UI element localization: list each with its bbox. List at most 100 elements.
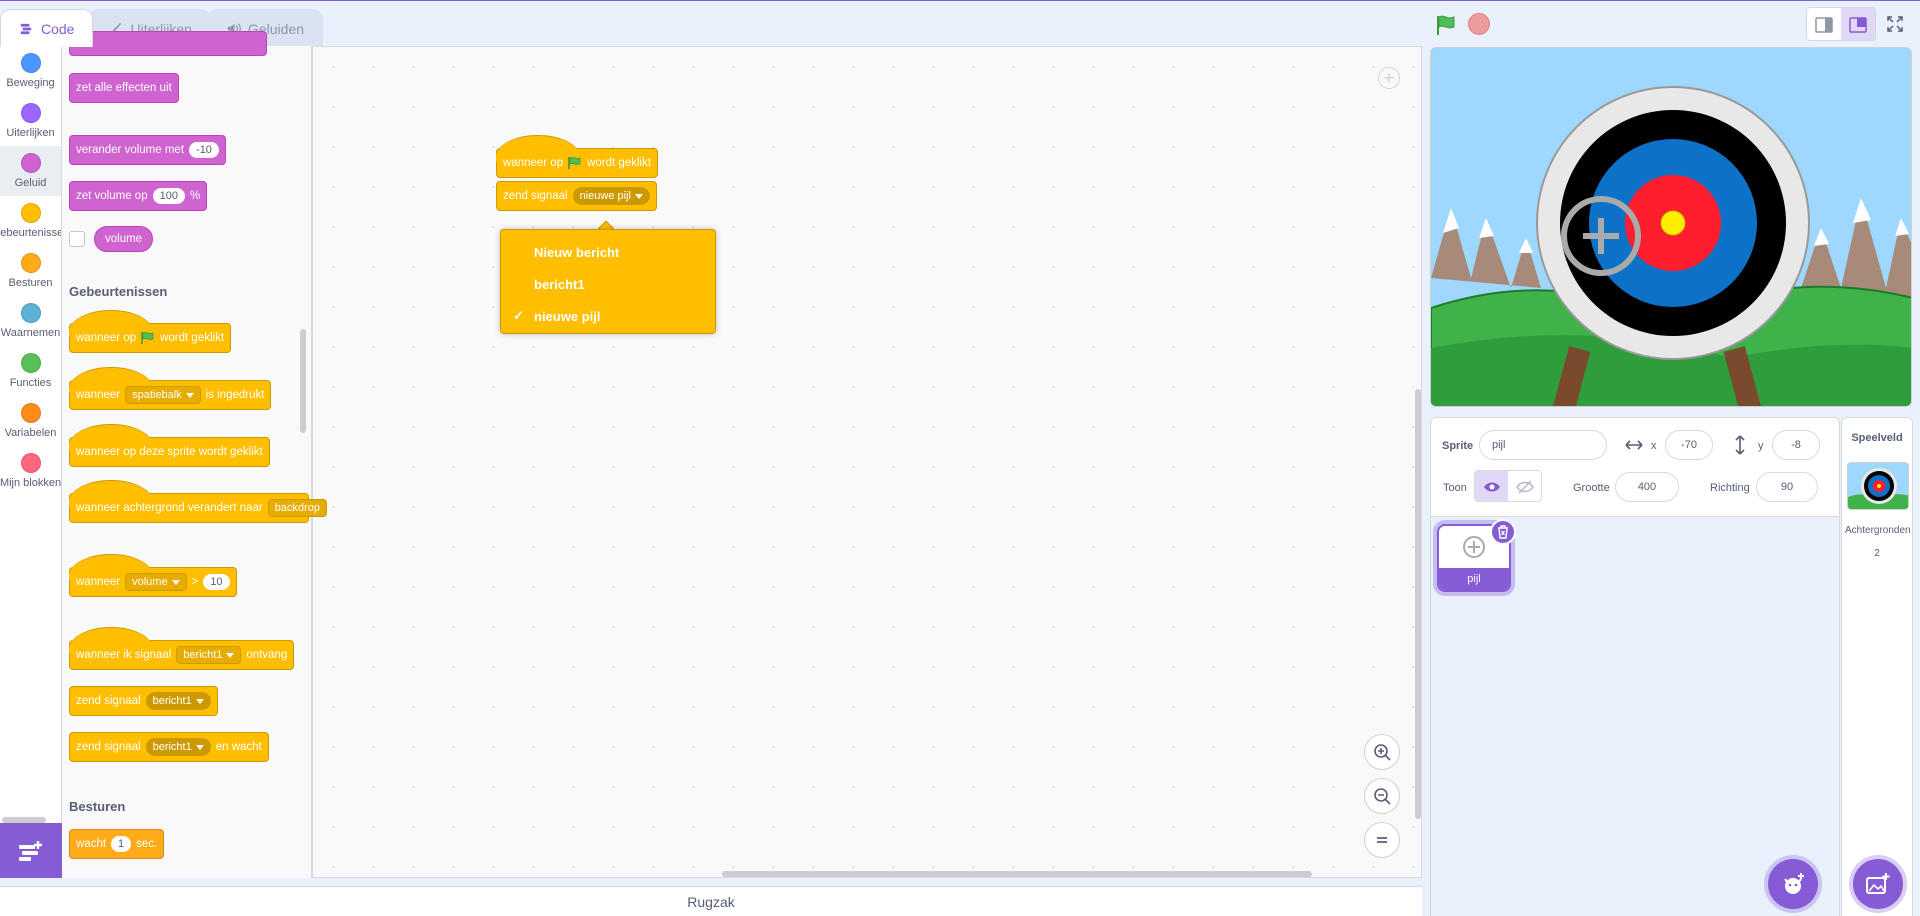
sensor-dropdown[interactable]: volume — [125, 573, 187, 591]
choose-sprite-button[interactable] — [1768, 859, 1818, 909]
block-text: zet volume op — [76, 190, 148, 202]
zoom-out-button[interactable] — [1364, 778, 1400, 814]
threshold-input[interactable]: 10 — [203, 574, 230, 590]
direction-value: 90 — [1780, 481, 1794, 493]
dropdown-item-bericht1[interactable]: bericht1 — [501, 268, 715, 300]
script-when-flag-clicked[interactable]: wanneer op wordt geklikt — [496, 135, 659, 178]
backpack-bar[interactable]: Rugzak — [0, 886, 1422, 916]
dropdown-item-new-message[interactable]: Nieuw bericht — [501, 236, 715, 268]
category-events[interactable]: Gebeurtenissen — [0, 196, 61, 246]
block-text: zend signaal — [76, 741, 141, 753]
category-label: Mijn blokken — [0, 477, 61, 489]
show-sprite-button[interactable] — [1475, 471, 1508, 501]
block-text: wanneer op — [503, 157, 564, 169]
category-dot — [20, 103, 41, 123]
visibility-toggle — [1474, 470, 1542, 502]
volume-monitor-checkbox[interactable] — [69, 231, 85, 247]
volume-change-input[interactable]: -10 — [189, 142, 219, 158]
category-operators[interactable]: Functies — [0, 346, 61, 396]
block-change-volume[interactable]: verander volume met -10 — [69, 135, 226, 165]
sprite-name-input[interactable]: pijl — [1479, 430, 1607, 460]
chevron-down-icon — [634, 193, 643, 199]
stage-thumbnail[interactable] — [1847, 462, 1909, 510]
small-stage-button[interactable] — [1807, 8, 1841, 40]
block-broadcast[interactable]: zend signaal bericht1 — [69, 686, 218, 716]
message-dropdown-menu: Nieuw bericht bericht1 ✓ nieuwe pijl — [500, 229, 716, 334]
block-volume-reporter[interactable]: volume — [94, 226, 154, 252]
fullscreen-button[interactable] — [1878, 7, 1912, 41]
checkmark-icon: ✓ — [513, 308, 524, 323]
x-position-input[interactable]: -70 — [1665, 430, 1713, 460]
broadcast-wait-dropdown[interactable]: bericht1 — [145, 738, 211, 756]
block-when-backdrop-switches[interactable]: wanneer achtergrond verandert naar backd… — [69, 480, 327, 523]
trash-icon — [1498, 525, 1508, 539]
key-dropdown[interactable]: spatiebalk — [125, 386, 201, 404]
palette-scrollbar[interactable] — [300, 329, 306, 433]
block-wait[interactable]: wacht 1 sec. — [69, 829, 165, 859]
green-flag-icon — [1437, 15, 1455, 35]
category-variables[interactable]: Variabelen — [0, 396, 61, 446]
category-control[interactable]: Besturen — [0, 246, 61, 296]
category-label: Besturen — [8, 277, 53, 289]
dropdown-item-nieuwe-pijl[interactable]: ✓ nieuwe pijl — [501, 300, 715, 332]
tab-code[interactable]: Code — [0, 9, 94, 47]
broadcast-dropdown[interactable]: bericht1 — [145, 692, 211, 710]
crosshair-thumbnail — [1463, 536, 1485, 558]
block-set-volume[interactable]: zet volume op 100 % — [69, 181, 208, 211]
dropdown-value: bericht1 — [152, 695, 192, 707]
backdrop-dropdown[interactable]: backdrop — [267, 499, 327, 517]
block-when-receive[interactable]: wanneer ik signaal bericht1 ontvang — [69, 627, 295, 670]
wait-seconds-input[interactable]: 1 — [111, 836, 132, 852]
category-sound[interactable]: Geluid — [0, 146, 61, 196]
category-looks[interactable]: Uiterlijken — [0, 96, 61, 146]
block-when-flag-clicked[interactable]: wanneer op wordt geklikt — [69, 310, 232, 353]
horizontal-arrows-icon — [1625, 440, 1643, 450]
category-sensing[interactable]: Waarnemen — [0, 296, 61, 346]
direction-label: Richting — [1710, 482, 1750, 494]
script-broadcast-dropdown[interactable]: nieuwe pijl — [572, 187, 650, 205]
direction-input[interactable]: 90 — [1756, 472, 1818, 502]
zoom-in-button[interactable] — [1364, 734, 1400, 770]
zoom-reset-button[interactable] — [1364, 822, 1400, 858]
script-workspace[interactable] — [312, 46, 1422, 878]
workspace-vertical-scrollbar[interactable] — [1415, 389, 1421, 819]
category-dot — [20, 353, 41, 373]
category-my-blocks[interactable]: Mijn blokken — [0, 446, 61, 496]
events-section-title: Gebeurtenissen — [69, 284, 168, 299]
block-text: wacht — [76, 838, 107, 850]
category-label: Variabelen — [4, 427, 57, 439]
add-extension-button[interactable] — [0, 823, 62, 878]
backdrops-label: Achtergronden — [1845, 525, 1911, 536]
size-input[interactable]: 400 — [1615, 472, 1679, 502]
volume-set-input[interactable]: 100 — [152, 188, 185, 204]
delete-sprite-button[interactable] — [1490, 519, 1516, 545]
stop-button[interactable] — [1468, 13, 1490, 35]
chevron-down-icon — [226, 652, 235, 658]
choose-backdrop-button[interactable] — [1853, 859, 1903, 909]
block-when-greater-than[interactable]: wanneer volume > 10 — [69, 554, 237, 597]
stage-selector-title: Speelveld — [1851, 432, 1903, 444]
y-position-input[interactable]: -8 — [1772, 430, 1820, 460]
target-bullseye — [1660, 210, 1686, 236]
workspace-horizontal-scrollbar[interactable] — [722, 871, 1312, 877]
block-when-sprite-clicked[interactable]: wanneer op deze sprite wordt geklikt — [69, 424, 270, 467]
category-scrollbar[interactable] — [2, 817, 46, 823]
script-broadcast[interactable]: zend signaal nieuwe pijl — [496, 181, 657, 211]
block-broadcast-and-wait[interactable]: zend signaal bericht1 en wacht — [69, 732, 269, 762]
hide-sprite-button[interactable] — [1508, 471, 1541, 501]
block-clear-effects[interactable]: zet alle effecten uit — [69, 73, 179, 103]
percent-label: % — [189, 190, 201, 202]
dropdown-value: bericht1 — [152, 741, 192, 753]
block-text: wanneer — [76, 576, 121, 588]
category-motion[interactable]: Beweging — [0, 46, 61, 96]
stage-canvas[interactable] — [1430, 47, 1912, 407]
large-stage-button[interactable] — [1841, 8, 1875, 40]
message-dropdown[interactable]: bericht1 — [176, 646, 242, 664]
block-text: zet alle effecten uit — [76, 82, 172, 94]
block-when-key-pressed[interactable]: wanneer spatiebalk is ingedrukt — [69, 367, 272, 410]
green-flag-button[interactable] — [1432, 11, 1460, 39]
block-text: wordt geklikt — [587, 157, 652, 169]
category-dot — [20, 153, 41, 173]
block-partial-top[interactable] — [69, 31, 267, 56]
chevron-down-icon — [185, 392, 194, 398]
